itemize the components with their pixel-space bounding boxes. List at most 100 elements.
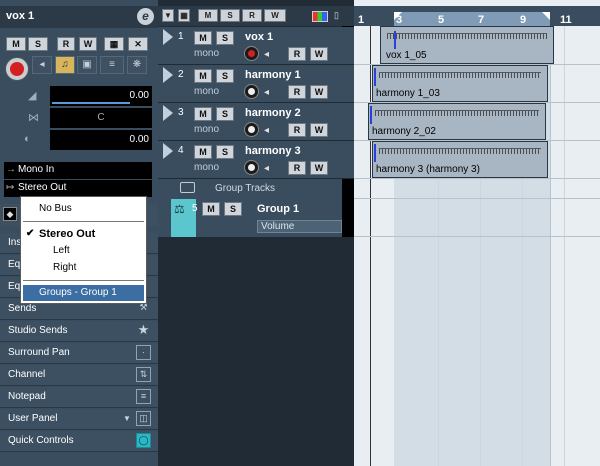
write-all-button[interactable]: W [264, 9, 286, 22]
section-user-panel[interactable]: User Panel ▼ ◫ [0, 409, 158, 430]
track-list: ▼ ▦ M S R W ▯ 1 M S vox 1 mono ◂ R W 2 M… [158, 0, 354, 466]
read-automation-button[interactable]: R [57, 37, 75, 51]
collapse-icon[interactable]: ▼ [162, 9, 174, 22]
info-icon[interactable]: ▯ [334, 10, 339, 21]
track-read-button[interactable]: R [288, 161, 306, 175]
edit-instrument-button[interactable]: ▦ [104, 37, 124, 51]
group-mute-button[interactable]: M [202, 202, 220, 216]
menu-item-no-bus[interactable]: No Bus [21, 201, 146, 217]
track-mute-button[interactable]: M [194, 69, 212, 83]
track-select-arrow-icon [163, 67, 173, 83]
timebase-icon[interactable]: ▣ [77, 56, 97, 74]
music-note-icon[interactable]: ♫ [55, 56, 75, 74]
automation-parameter-field[interactable]: Volume [257, 220, 342, 233]
track-select-arrow-icon [163, 29, 173, 45]
track-read-button[interactable]: R [288, 47, 306, 61]
track-number: 1 [178, 31, 184, 42]
track-read-button[interactable]: R [288, 123, 306, 137]
track-number: 5 [192, 203, 198, 214]
track-write-button[interactable]: W [310, 123, 328, 137]
section-studio-sends[interactable]: Studio Sends ★ [0, 321, 158, 342]
section-quick-controls[interactable]: Quick Controls ◯ [0, 431, 158, 452]
track-solo-button[interactable]: S [216, 31, 234, 45]
solo-all-button[interactable]: S [220, 9, 240, 22]
record-enable-button[interactable] [5, 57, 29, 81]
input-routing[interactable]: → Mono In [4, 162, 152, 179]
menu-separator [23, 280, 144, 281]
track-colors-icon[interactable] [312, 11, 328, 22]
track-monitor-icon[interactable]: ◂ [264, 125, 269, 136]
read-all-button[interactable]: R [242, 9, 262, 22]
diamond-icon[interactable]: ◆ [3, 207, 17, 221]
menu-item-label: Groups - Group 1 [39, 287, 117, 298]
group-tracks-folder[interactable]: Group Tracks [158, 179, 342, 199]
track-row[interactable]: 1 M S vox 1 mono ◂ R W [158, 27, 354, 65]
track-row[interactable]: 3 M S harmony 2 mono ◂ R W [158, 103, 354, 141]
audio-part[interactable]: harmony 3 (harmony 3) [372, 141, 548, 178]
pan-icon: ⋈ [28, 112, 39, 124]
ruler-bar-label: 5 [438, 14, 445, 26]
freeze-button[interactable]: ✕ [128, 37, 148, 51]
section-surround-pan[interactable]: Surround Pan · [0, 343, 158, 364]
track-mute-button[interactable]: M [194, 145, 212, 159]
mute-all-button[interactable]: M [198, 9, 218, 22]
track-read-button[interactable]: R [288, 85, 306, 99]
edit-channel-icon[interactable]: e [137, 8, 154, 25]
track-record-button[interactable] [244, 122, 259, 137]
track-record-button[interactable] [244, 160, 259, 175]
lanes-icon[interactable]: ≡ [100, 56, 124, 74]
menu-item-left[interactable]: Left [21, 243, 146, 259]
write-automation-button[interactable]: W [79, 37, 97, 51]
menu-item-groups-group-1[interactable]: Groups - Group 1 [23, 285, 144, 301]
track-channel-config: mono [194, 86, 220, 97]
track-write-button[interactable]: W [310, 47, 328, 61]
track-row[interactable]: 4 M S harmony 3 mono ◂ R W [158, 141, 354, 179]
project-arrange-area[interactable]: 1 3 5 7 9 11 vox 1_05 harmony 1_03 harmo… [354, 0, 600, 466]
audio-part[interactable]: vox 1_05 [380, 26, 554, 64]
track-solo-button[interactable]: S [216, 69, 234, 83]
inspector-track-name: vox 1 [6, 10, 35, 22]
volume-field[interactable]: 0.00 [50, 86, 152, 106]
track-monitor-icon[interactable]: ◂ [264, 49, 269, 60]
pan-field[interactable]: C [50, 108, 152, 128]
track-write-button[interactable]: W [310, 161, 328, 175]
group-solo-button[interactable]: S [224, 202, 242, 216]
track-solo-button[interactable]: S [216, 107, 234, 121]
lock-icon[interactable]: ❋ [127, 56, 147, 74]
track-record-button[interactable] [244, 46, 259, 61]
track-monitor-icon[interactable]: ◂ [264, 87, 269, 98]
audio-part[interactable]: harmony 2_02 [368, 103, 546, 140]
track-write-button[interactable]: W [310, 85, 328, 99]
track-name: harmony 2 [245, 107, 301, 119]
inspector-title-bar[interactable]: vox 1 e [0, 6, 158, 28]
track-row[interactable]: 2 M S harmony 1 mono ◂ R W [158, 65, 354, 103]
volume-value: 0.00 [129, 90, 149, 101]
section-channel[interactable]: Channel ⇅ [0, 365, 158, 386]
cycle-range[interactable] [394, 12, 550, 26]
group-track-row[interactable]: ⚖ 5 M S Group 1 Volume [158, 199, 342, 237]
event-start-marker [394, 31, 396, 49]
section-notepad[interactable]: Notepad ≡ [0, 387, 158, 408]
timeline-ruler[interactable]: 1 3 5 7 9 11 [354, 6, 600, 26]
track-mute-button[interactable]: M [194, 31, 212, 45]
options-icon[interactable]: ▦ [178, 9, 190, 22]
track-mute-button[interactable]: M [194, 107, 212, 121]
output-routing[interactable]: ↦ Stereo Out [4, 180, 152, 197]
menu-item-right[interactable]: Right [21, 260, 146, 276]
monitor-speaker-icon[interactable]: ◂ [32, 56, 52, 74]
menu-item-label: Stereo Out [39, 228, 96, 240]
section-label: Surround Pan [8, 347, 70, 358]
mute-button[interactable]: M [6, 37, 26, 51]
delay-field[interactable]: 0.00 [50, 130, 152, 150]
menu-item-stereo-out[interactable]: ✔ Stereo Out [21, 226, 146, 242]
audio-part[interactable]: harmony 1_03 [372, 65, 548, 102]
track-monitor-icon[interactable]: ◂ [264, 163, 269, 174]
chevron-down-icon[interactable]: ▼ [123, 414, 131, 423]
solo-button[interactable]: S [28, 37, 48, 51]
section-label: Eq [8, 259, 21, 270]
track-solo-button[interactable]: S [216, 145, 234, 159]
part-name: harmony 1_03 [376, 88, 440, 99]
right-locator-icon[interactable] [542, 12, 550, 20]
track-record-button[interactable] [244, 84, 259, 99]
notepad-icon: ≡ [136, 389, 151, 404]
